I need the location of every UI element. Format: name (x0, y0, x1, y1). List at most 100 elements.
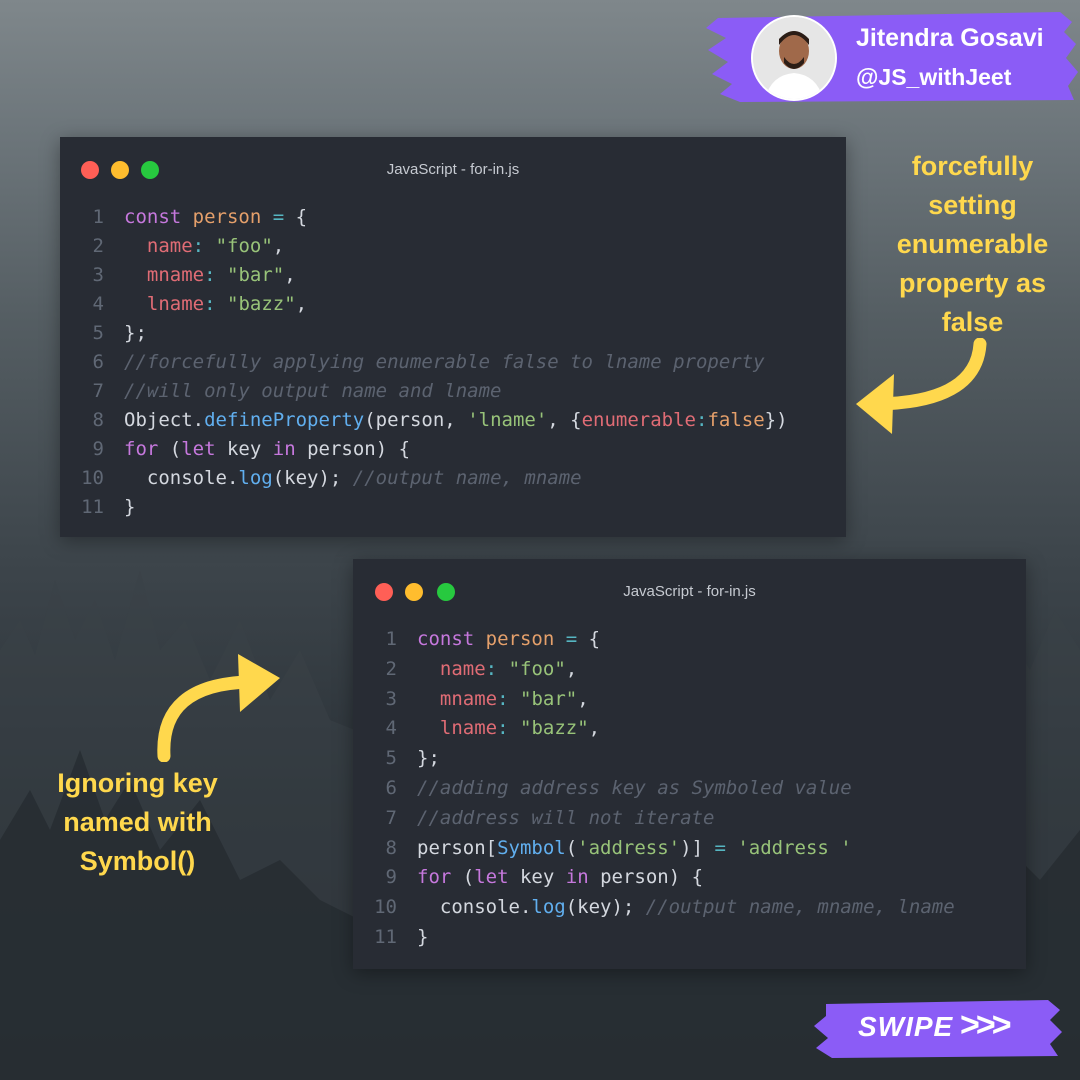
code-token: : (204, 264, 216, 286)
code-text: } (124, 493, 135, 522)
code-token: //will only output name and lname (124, 380, 502, 402)
code-token: : (485, 657, 498, 680)
code-token: : (497, 687, 509, 710)
line-number: 1 (385, 628, 397, 650)
code-line: 2 name: "foo", (60, 232, 846, 261)
curved-arrow-left-icon (856, 338, 987, 434)
code-text: console.log(key); //output name, mname (124, 464, 582, 493)
swipe-button[interactable]: SWIPE (858, 1011, 953, 1043)
code-token: "foo" (215, 235, 273, 257)
code-token: mname (146, 264, 205, 286)
code-text: console.log(key); //output name, mname, … (417, 893, 955, 923)
code-token: const (124, 206, 182, 228)
code-token: //output name, mname, lname (645, 896, 955, 919)
code-token: , (577, 687, 589, 710)
line-number: 6 (385, 776, 397, 799)
code-line: 11} (353, 923, 1026, 953)
line-number: 1 (92, 206, 104, 228)
code-token: person (485, 628, 555, 650)
code-token: const (417, 628, 475, 650)
code-line: 8 person[Symbol('address')] = 'address ' (353, 834, 1026, 864)
code-line: 9 for (let key in person) { (353, 863, 1026, 893)
line-number: 7 (385, 806, 397, 829)
code-line: 1 const person = { (60, 203, 846, 232)
code-text: Object.defineProperty(person, 'lname', {… (124, 406, 788, 435)
code-token: lname (146, 293, 205, 315)
code-token: 'address' (577, 836, 681, 859)
code-token: "bar" (227, 264, 285, 286)
code-text: //address will not iterate (417, 804, 714, 834)
code-token: , (295, 293, 308, 315)
code-line: 6 //forcefully applying enumerable false … (60, 348, 846, 377)
code-token: { (284, 206, 308, 228)
code-token: //adding address key as Symboled value (417, 776, 852, 799)
code-token: }) (764, 409, 788, 431)
code-text: lname: "bazz", (124, 290, 307, 319)
code-token: , (284, 264, 296, 286)
line-number: 6 (92, 351, 104, 373)
code-line: 4 lname: "bazz", (353, 714, 1026, 744)
code-token: } (124, 496, 136, 518)
code-window-enumerable: JavaScript - for-in.js 1 const person = {… (60, 137, 846, 537)
code-token: person) { (295, 438, 411, 460)
code-token: , { (547, 409, 582, 431)
code-line: 9 for (let key in person) { (60, 435, 846, 464)
code-token: ( (565, 836, 578, 859)
code-token: //output name, mname (352, 467, 582, 489)
line-number: 5 (385, 747, 397, 770)
code-text: mname: "bar", (417, 685, 589, 715)
code-token: defineProperty (204, 409, 365, 431)
code-token: : (695, 409, 708, 431)
code-token: } (417, 925, 429, 948)
code-text: for (let key in person) { (124, 435, 410, 464)
code-token: name (146, 235, 193, 257)
code-line: 5}; (353, 744, 1026, 774)
author-handle: @JS_withJeet (856, 64, 1012, 90)
code-token: }; (417, 747, 440, 770)
line-number: 5 (92, 322, 104, 344)
code-text: name: "foo", (124, 232, 284, 261)
code-token: "bar" (520, 687, 578, 710)
code-text: for (let key in person) { (417, 863, 703, 893)
code-token: person (192, 206, 262, 228)
code-token: "bazz" (227, 293, 296, 315)
line-number: 8 (92, 409, 104, 431)
code-token: 'lname' (467, 409, 548, 431)
line-number: 8 (385, 836, 397, 859)
code-text: person[Symbol('address')] = 'address ' (417, 834, 852, 864)
line-number: 3 (385, 687, 397, 710)
window-title: JavaScript - for-in.js (623, 583, 756, 600)
code-token: (key); (565, 896, 646, 919)
code-line: 10 console.log(key); //output name, mnam… (60, 464, 846, 493)
code-token: //address will not iterate (417, 806, 715, 829)
code-token: console. (417, 896, 532, 919)
code-token: person) { (588, 866, 704, 889)
code-text: } (417, 923, 428, 953)
code-token: false (707, 409, 765, 431)
code-line: 2 name: "foo", (353, 655, 1026, 685)
code-token: mname (439, 687, 498, 710)
code-token: Symbol (497, 836, 566, 859)
code-token: log (238, 467, 273, 489)
code-token: "foo" (508, 657, 566, 680)
code-line: 10 console.log(key); //output name, mnam… (353, 893, 1026, 923)
code-text: //forcefully applying enumerable false t… (124, 348, 765, 377)
code-token: key (508, 866, 566, 889)
code-token: let (181, 438, 216, 460)
code-token: in (272, 438, 296, 460)
code-token: ( (451, 866, 475, 889)
chevron-right-icon[interactable]: >>> (960, 1006, 1012, 1045)
code-token: (key); (272, 467, 353, 489)
code-token: 'address ' (737, 836, 852, 859)
code-text: const person = { (417, 625, 600, 655)
line-number: 2 (92, 235, 104, 257)
code-token: = (714, 836, 726, 859)
code-token: in (565, 866, 589, 889)
